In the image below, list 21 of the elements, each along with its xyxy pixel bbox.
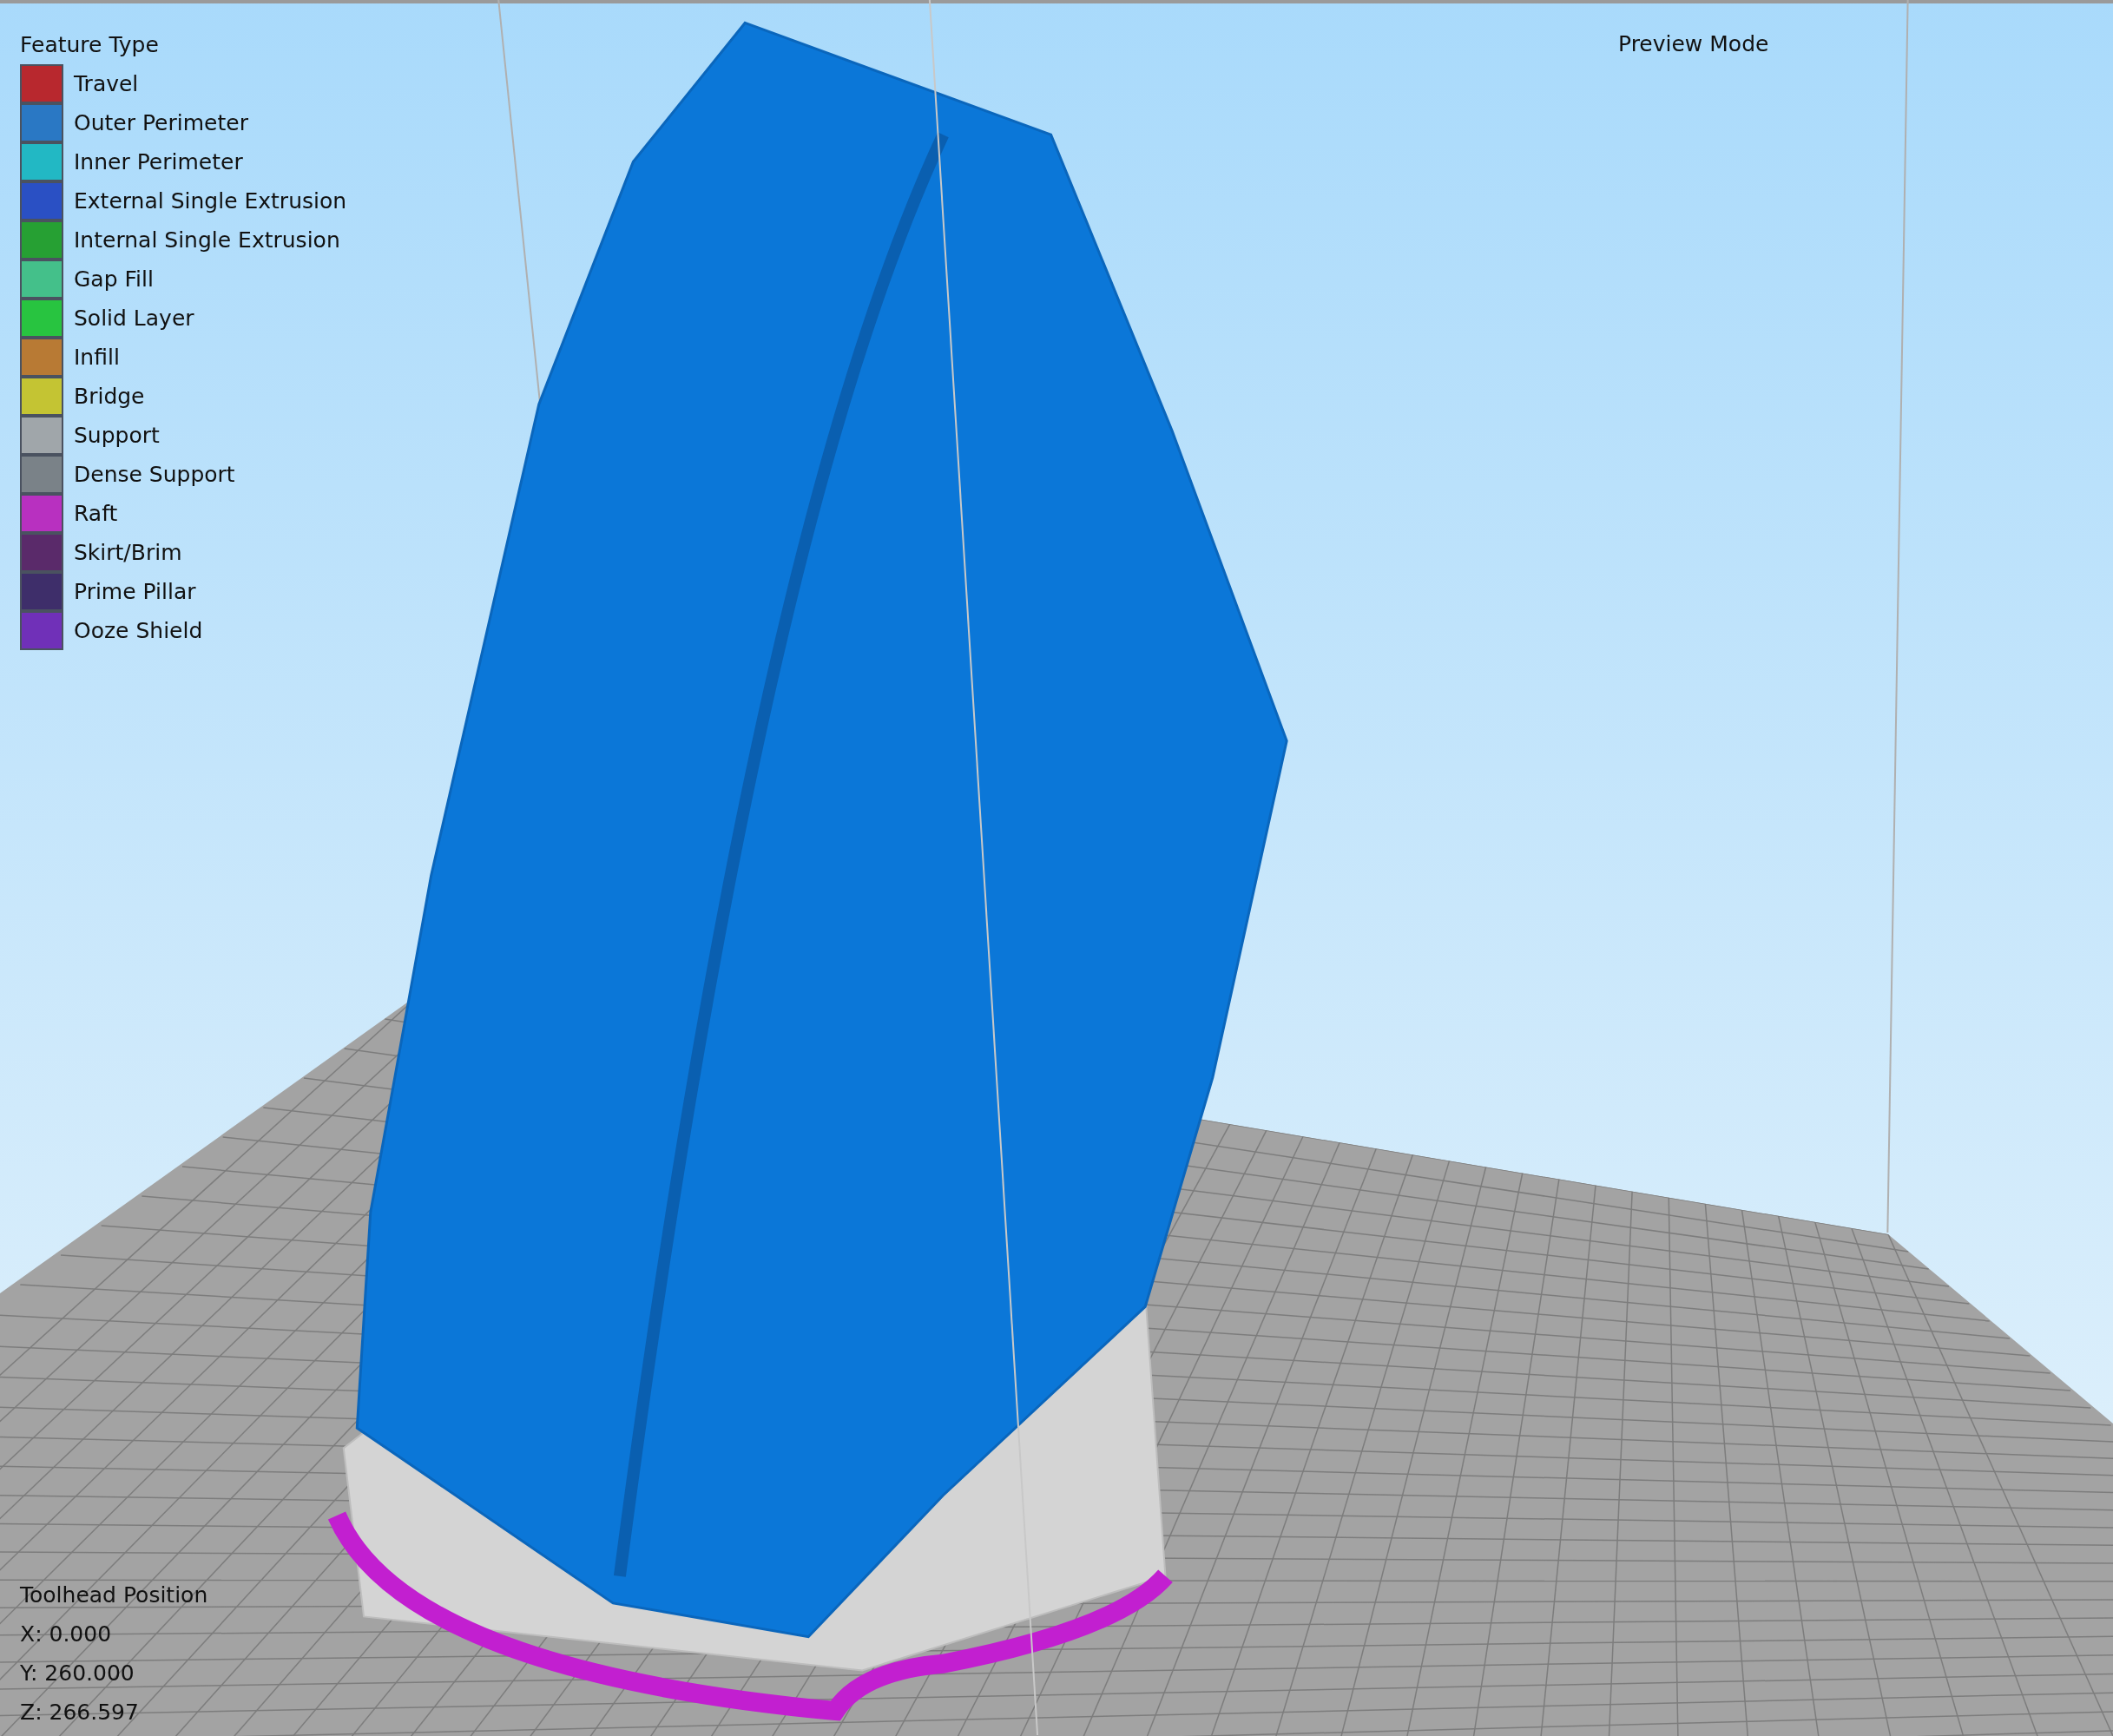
legend-label: Skirt/Brim bbox=[74, 538, 182, 567]
legend-title: Feature Type bbox=[20, 31, 160, 59]
toolhead-coordinate: Z: 266.597 bbox=[20, 1699, 140, 1726]
mode-label: Preview Mode bbox=[1618, 30, 1769, 58]
legend-label: Support bbox=[74, 421, 160, 450]
legend-label: Outer Perimeter bbox=[74, 108, 248, 137]
toolhead-title: Toolhead Position bbox=[20, 1581, 208, 1609]
legend-label: Internal Single Extrusion bbox=[74, 226, 340, 254]
legend-label: Inner Perimeter bbox=[74, 148, 243, 176]
legend-label: Gap Fill bbox=[74, 265, 154, 293]
legend-label: Raft bbox=[74, 499, 118, 528]
legend-label: Infill bbox=[74, 343, 120, 372]
legend-label: Ooze Shield bbox=[74, 616, 203, 645]
legend-label: Bridge bbox=[74, 382, 145, 411]
legend-label: External Single Extrusion bbox=[74, 187, 347, 215]
legend-label: Solid Layer bbox=[74, 304, 194, 332]
legend-label: Prime Pillar bbox=[74, 577, 196, 606]
toolhead-coordinate: Y: 260.000 bbox=[20, 1660, 135, 1687]
legend-label: Travel bbox=[74, 69, 139, 98]
toolhead-coordinate: X: 0.000 bbox=[20, 1621, 113, 1648]
legend-label: Dense Support bbox=[74, 460, 235, 489]
